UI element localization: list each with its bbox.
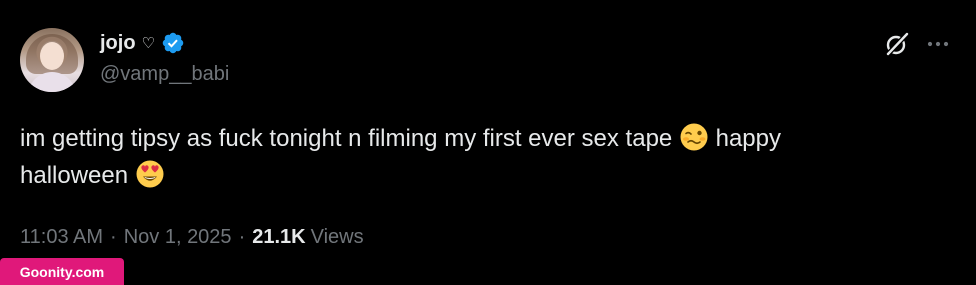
tweet-text-part1: im getting tipsy as fuck tonight n filmi… <box>20 125 673 152</box>
name-heart-symbol: ♡ <box>141 34 155 52</box>
tweet-date[interactable]: Nov 1, 2025 <box>124 226 232 249</box>
avatar[interactable] <box>20 28 84 92</box>
meta-separator: · <box>110 226 117 248</box>
user-handle[interactable]: @vamp__babi <box>100 63 229 86</box>
watermark-text: Goonity.com <box>19 263 105 280</box>
tweet-meta: 11:03 AM · Nov 1, 2025 · 21.1K Views <box>20 226 364 249</box>
display-name[interactable]: jojo <box>100 32 136 55</box>
user-name-row[interactable]: jojo ♡ <box>100 30 185 56</box>
tweet-text-part3: halloween <box>20 162 129 189</box>
avatar-face <box>40 42 64 70</box>
watermark-badge: Goonity.com <box>0 258 124 285</box>
meta-separator: · <box>238 226 246 248</box>
views-label: Views <box>310 226 364 248</box>
tweet-time[interactable]: 11:03 AM <box>20 226 103 249</box>
woozy-face-icon <box>680 123 708 151</box>
tweet-card: jojo ♡ @vamp__babi im getting tipsy as f… <box>0 0 976 285</box>
tweet-text: im getting tipsy as fuck tonight n filmi… <box>20 120 960 194</box>
grok-icon[interactable] <box>884 31 910 57</box>
more-icon[interactable] <box>925 33 951 55</box>
heart-eyes-face-icon <box>136 160 164 188</box>
tweet-text-part2: happy <box>715 125 781 152</box>
views-count: 21.1K <box>252 226 306 248</box>
verified-badge-icon <box>162 32 184 54</box>
avatar-shirt <box>28 72 76 92</box>
